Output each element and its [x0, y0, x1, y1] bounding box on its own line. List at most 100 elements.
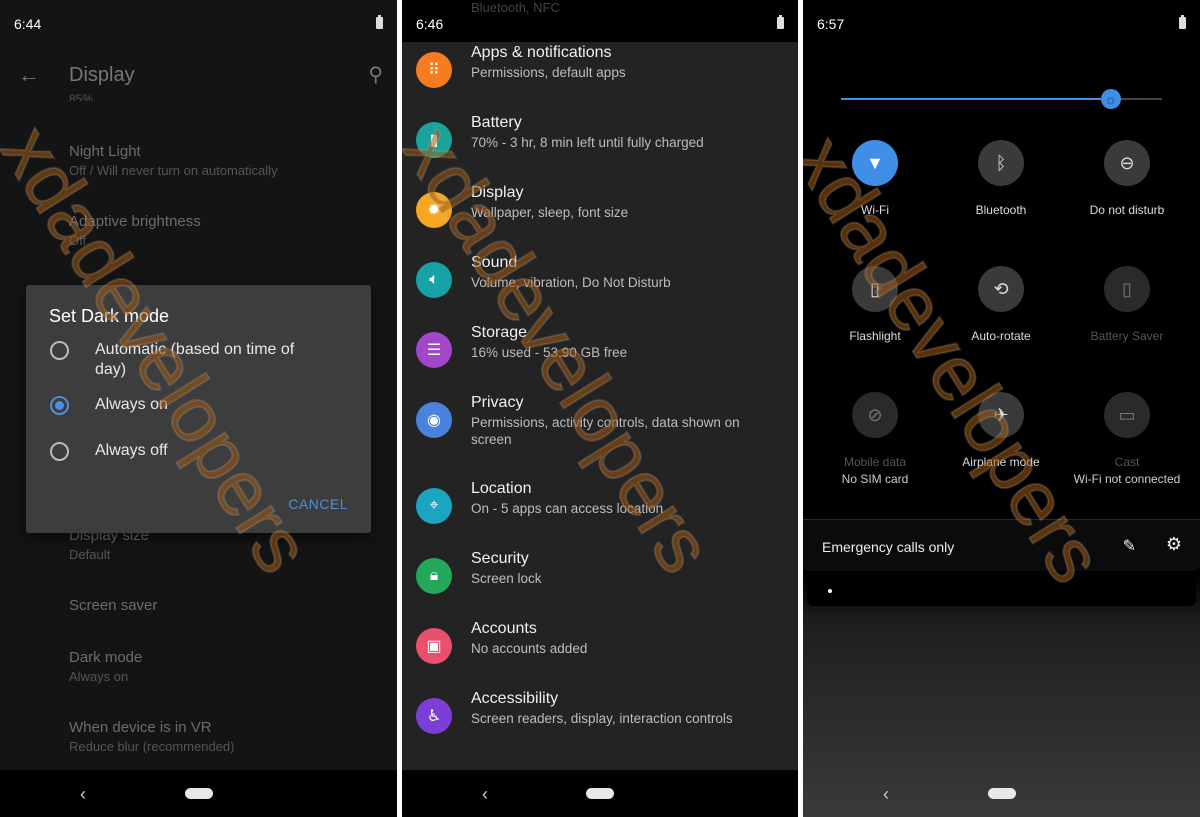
option-always-on[interactable]: Always on — [50, 395, 325, 415]
status-bar: Bluetooth, NFC 6:46 — [402, 0, 798, 42]
nav-home-pill[interactable] — [586, 788, 614, 799]
settings-item-location[interactable]: ⌖ Location On - 5 apps can access location — [402, 480, 798, 558]
setting-screen-saver[interactable]: Screen saver — [69, 597, 157, 614]
tile-sublabel: No SIM card — [841, 472, 909, 486]
battery-icon — [1179, 15, 1186, 29]
tile-label: Wi-Fi — [861, 203, 889, 217]
tile-bluetooth[interactable]: ᛒ Bluetooth — [941, 140, 1061, 217]
nav-back-icon[interactable]: ‹ — [80, 784, 86, 805]
nav-back-icon[interactable]: ‹ — [482, 784, 488, 805]
settings-item-apps-notifications[interactable]: ⠿ Apps & notifications Permissions, defaul… — [402, 44, 798, 122]
navigation-bar: ‹ — [803, 770, 1200, 817]
brightness-thumb-icon[interactable]: ☼ — [1100, 89, 1121, 109]
carrier-text: Emergency calls only — [822, 539, 955, 555]
radio-button-selected[interactable] — [50, 396, 69, 415]
setting-subtitle: Permissions, default apps — [471, 65, 626, 80]
setting-subtitle: Reduce blur (recommended) — [69, 739, 235, 754]
account-icon: ▣ — [416, 628, 452, 664]
tile-label: Flashlight — [849, 329, 901, 343]
settings-item-battery[interactable]: ▮ Battery 70% - 3 hr, 8 min left until ful… — [402, 114, 798, 192]
nav-back-icon[interactable]: ‹ — [883, 784, 889, 805]
setting-subtitle: 16% used - 53.90 GB free — [471, 345, 628, 360]
tile-label: Do not disturb — [1089, 203, 1165, 217]
pencil-icon[interactable]: ✎ — [1123, 536, 1136, 556]
apps-grid-icon: ⠿ — [416, 52, 452, 88]
navigation-bar: ‹ — [402, 770, 798, 817]
tile-do-not-disturb[interactable]: ⊖ Do not disturb — [1067, 140, 1187, 217]
setting-title: Accounts — [471, 620, 537, 637]
auto-rotate-icon: ⟲ — [978, 266, 1024, 312]
setting-title: Adaptive brightness — [69, 213, 201, 230]
settings-item-privacy[interactable]: ◉ Privacy Permissions, activity controls, … — [402, 394, 798, 472]
tile-cast[interactable]: ▭ Cast Wi-Fi not connected — [1067, 392, 1187, 486]
clock: 6:46 — [416, 16, 444, 32]
slider-fill — [841, 98, 1111, 100]
setting-subtitle: Screen readers, display, interaction con… — [471, 711, 733, 726]
setting-subtitle: Screen lock — [471, 571, 542, 586]
option-automatic[interactable]: Automatic (based on time of day) — [50, 340, 325, 380]
option-label: Always off — [95, 442, 168, 459]
setting-subtitle: On - 5 apps can access location — [471, 501, 664, 516]
option-label: Always on — [95, 396, 168, 413]
setting-title: Sound — [471, 254, 518, 271]
notification-card[interactable] — [807, 576, 1196, 606]
setting-title: Screen saver — [69, 597, 158, 614]
arrow-left-icon[interactable]: ← — [18, 62, 40, 88]
setting-title: Accessibility — [471, 690, 559, 707]
tile-auto-rotate[interactable]: ⟲ Auto-rotate — [941, 266, 1061, 343]
cancel-button[interactable]: CANCEL — [288, 496, 348, 512]
clock: 6:44 — [14, 16, 42, 32]
setting-night-light[interactable]: Night Light Off / Will never turn on auto… — [69, 143, 278, 178]
nav-home-pill[interactable] — [184, 788, 213, 799]
option-label: Automatic (based on time of day) — [95, 341, 295, 378]
tile-sublabel: Wi-Fi not connected — [1073, 472, 1181, 486]
status-bar: 6:57 — [803, 0, 1200, 42]
lock-icon: 🔒︎ — [416, 558, 452, 594]
tile-mobile-data[interactable]: ⊘ Mobile data No SIM card — [815, 392, 935, 486]
setting-adaptive-brightness[interactable]: Adaptive brightness Off — [69, 213, 201, 248]
tile-flashlight[interactable]: ▯ Flashlight — [815, 266, 935, 343]
nav-home-pill[interactable] — [987, 788, 1016, 799]
setting-subtitle: Default — [69, 547, 111, 562]
cast-icon: ▭ — [1104, 392, 1150, 438]
setting-title: Security — [471, 550, 529, 567]
tile-label: Battery Saver — [1090, 329, 1164, 343]
tile-airplane-mode[interactable]: ✈ Airplane mode — [941, 392, 1061, 469]
tile-wi-fi[interactable]: ▼ Wi-Fi — [815, 140, 935, 217]
cutoff-text: 85% — [69, 92, 94, 101]
setting-subtitle: Wallpaper, sleep, font size — [471, 205, 629, 220]
setting-title: Location — [471, 480, 532, 497]
settings-item-accessibility[interactable]: ♿︎ Accessibility Screen readers, display, … — [402, 690, 798, 768]
tile-label: Mobile data — [843, 455, 907, 469]
battery-saver-icon: ▯ — [1104, 266, 1150, 312]
tile-label: Cast — [1114, 455, 1140, 469]
gear-icon[interactable]: ⚙ — [1166, 534, 1182, 555]
settings-list-screen: Bluetooth, NFC 6:46 ⠿ Apps & notification… — [402, 0, 798, 817]
settings-item-accounts[interactable]: ▣ Accounts No accounts added — [402, 620, 798, 698]
tile-label: Airplane mode — [962, 455, 1040, 469]
setting-subtitle: 70% - 3 hr, 8 min left until fully charg… — [471, 135, 704, 150]
settings-item-storage[interactable]: ☰ Storage 16% used - 53.90 GB free — [402, 324, 798, 402]
brightness-slider[interactable]: ☼ — [841, 89, 1162, 109]
setting-subtitle: Off — [69, 233, 87, 248]
dark-mode-dialog: Set Dark mode Automatic (based on time o… — [26, 285, 371, 533]
option-always-off[interactable]: Always off — [50, 441, 325, 461]
search-icon[interactable]: ⚲ — [368, 62, 383, 87]
location-pin-icon: ⌖ — [416, 488, 452, 524]
settings-item-security[interactable]: 🔒︎ Security Screen lock — [402, 550, 798, 628]
setting-dark-mode[interactable]: Dark mode Always on — [69, 649, 142, 684]
settings-item-sound[interactable]: 🔈︎ Sound Volume, vibration, Do Not Disturb — [402, 254, 798, 332]
settings-item-display[interactable]: ✹ Display Wallpaper, sleep, font size — [402, 184, 798, 262]
tile-battery-saver[interactable]: ▯ Battery Saver — [1067, 266, 1187, 343]
battery-icon — [777, 15, 784, 29]
qs-footer: Emergency calls only ✎ ⚙ — [803, 519, 1200, 571]
setting-subtitle: Off / Will never turn on automatically — [69, 163, 278, 178]
tile-label: Bluetooth — [975, 203, 1027, 217]
tile-label: Auto-rotate — [971, 329, 1031, 343]
radio-button[interactable] — [50, 442, 69, 461]
dialog-title: Set Dark mode — [49, 306, 170, 326]
setting-subtitle: No accounts added — [471, 641, 588, 656]
radio-button[interactable] — [50, 341, 69, 360]
setting-title: Battery — [471, 114, 522, 131]
setting-vr[interactable]: When device is in VR Reduce blur (recomme… — [69, 719, 234, 754]
